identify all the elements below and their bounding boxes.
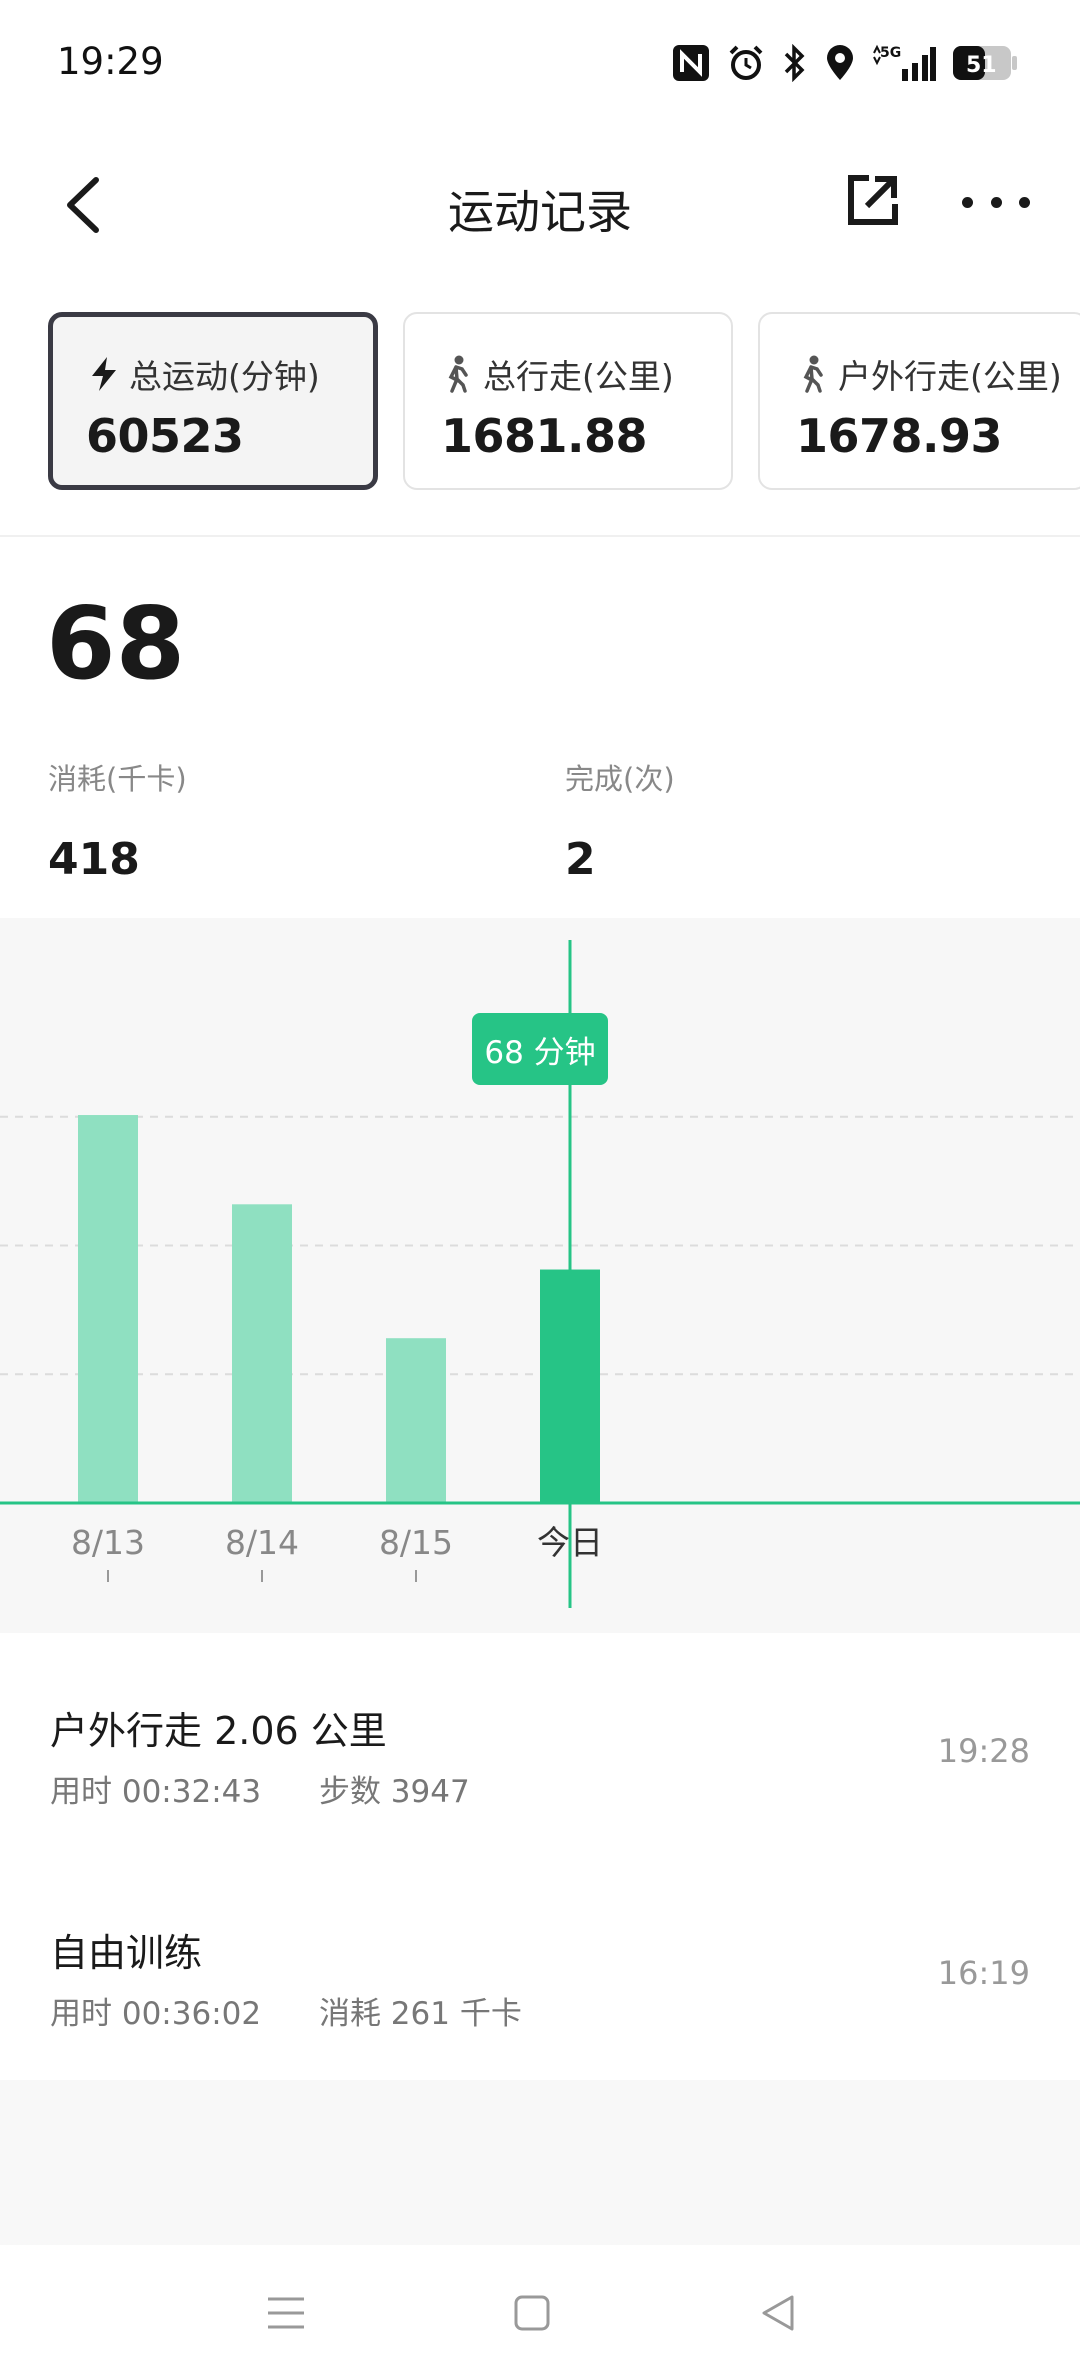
system-nav-bar (0, 2245, 1080, 2376)
stat-value: 418 (48, 834, 140, 885)
chart-bar[interactable] (78, 1115, 138, 1503)
network-label: 5G (880, 45, 901, 61)
record-time: 16:19 (937, 1954, 1030, 1992)
record-calories: 消耗 261 千卡 (318, 1996, 522, 2032)
app-header: 运动记录 (0, 150, 1080, 260)
share-icon (848, 175, 898, 225)
page-title: 运动记录 (448, 185, 632, 239)
card-value: 1681.88 (441, 409, 648, 463)
card-label: 总行走(公里) (483, 357, 674, 396)
battery-icon: 51 (952, 45, 1018, 81)
chart-tick-label: 8/13 (71, 1523, 145, 1562)
record-title: 户外行走 2.06 公里 (50, 1709, 387, 1753)
record-duration: 用时 00:36:02 (50, 1996, 262, 2032)
stat-label: 完成(次) (565, 762, 675, 796)
menu-icon (268, 2297, 304, 2329)
card-value: 60523 (86, 409, 244, 463)
stat-value: 2 (565, 834, 596, 885)
alarm-icon (726, 43, 766, 83)
home-icon (514, 2295, 550, 2331)
walk-icon (448, 355, 468, 393)
chart-bar[interactable] (386, 1338, 446, 1503)
record-time: 19:28 (937, 1732, 1030, 1770)
share-button[interactable] (845, 172, 905, 232)
location-icon (824, 44, 856, 82)
stat-calories: 消耗(千卡) 418 (48, 756, 187, 885)
stat-label: 消耗(千卡) (48, 762, 187, 796)
battery-level: 51 (966, 53, 997, 78)
chart-bar[interactable] (232, 1204, 292, 1503)
card-total-exercise[interactable]: 总运动(分钟) 60523 (48, 312, 378, 490)
card-value: 1678.93 (796, 409, 1003, 463)
chart-tick-label: 8/15 (379, 1523, 453, 1562)
record-title: 自由训练 (50, 1931, 203, 1975)
daily-minutes-value: 68 (46, 585, 186, 702)
exercise-bar-chart[interactable]: 8/13 8/14 8/15 今日 68 分钟 (0, 918, 1080, 1633)
summary-cards: 总运动(分钟) 60523 总行走(公里) 1681.88 户外行走(公里) 1… (0, 312, 1080, 492)
nav-back-button[interactable] (748, 2283, 808, 2343)
bluetooth-icon (782, 44, 808, 82)
divider (0, 535, 1080, 537)
signal-5g-icon: 5G (872, 43, 936, 83)
card-label: 总运动(分钟) (129, 357, 320, 396)
chart-tooltip: 68 分钟 (472, 1013, 608, 1085)
walk-icon (803, 355, 823, 393)
lightning-icon (92, 357, 116, 391)
nav-menu-button[interactable] (256, 2283, 316, 2343)
card-total-walk[interactable]: 总行走(公里) 1681.88 (403, 312, 733, 490)
nfc-icon (672, 44, 710, 82)
nav-home-button[interactable] (502, 2283, 562, 2343)
chart-tick-label: 8/14 (225, 1523, 299, 1562)
chart-tick-label: 今日 (537, 1523, 603, 1562)
stat-completed: 完成(次) 2 (565, 756, 675, 885)
card-label: 户外行走(公里) (838, 357, 1062, 396)
record-duration: 用时 00:32:43 (50, 1774, 262, 1810)
back-triangle-icon (762, 2295, 794, 2331)
record-item-outdoor-walk[interactable]: 户外行走 2.06 公里 用时 00:32:43 步数 3947 19:28 (0, 1700, 1080, 1900)
chart-bar[interactable] (540, 1269, 600, 1503)
record-steps: 步数 3947 (318, 1774, 470, 1810)
status-time: 19:29 (57, 40, 164, 83)
list-footer (0, 2080, 1080, 2245)
status-bar: 19:29 5G 51 (0, 0, 1080, 130)
more-button[interactable] (962, 172, 1030, 232)
more-icon (962, 196, 1030, 208)
status-icons: 5G 51 (672, 40, 1018, 86)
card-outdoor-walk[interactable]: 户外行走(公里) 1678.93 (758, 312, 1080, 490)
